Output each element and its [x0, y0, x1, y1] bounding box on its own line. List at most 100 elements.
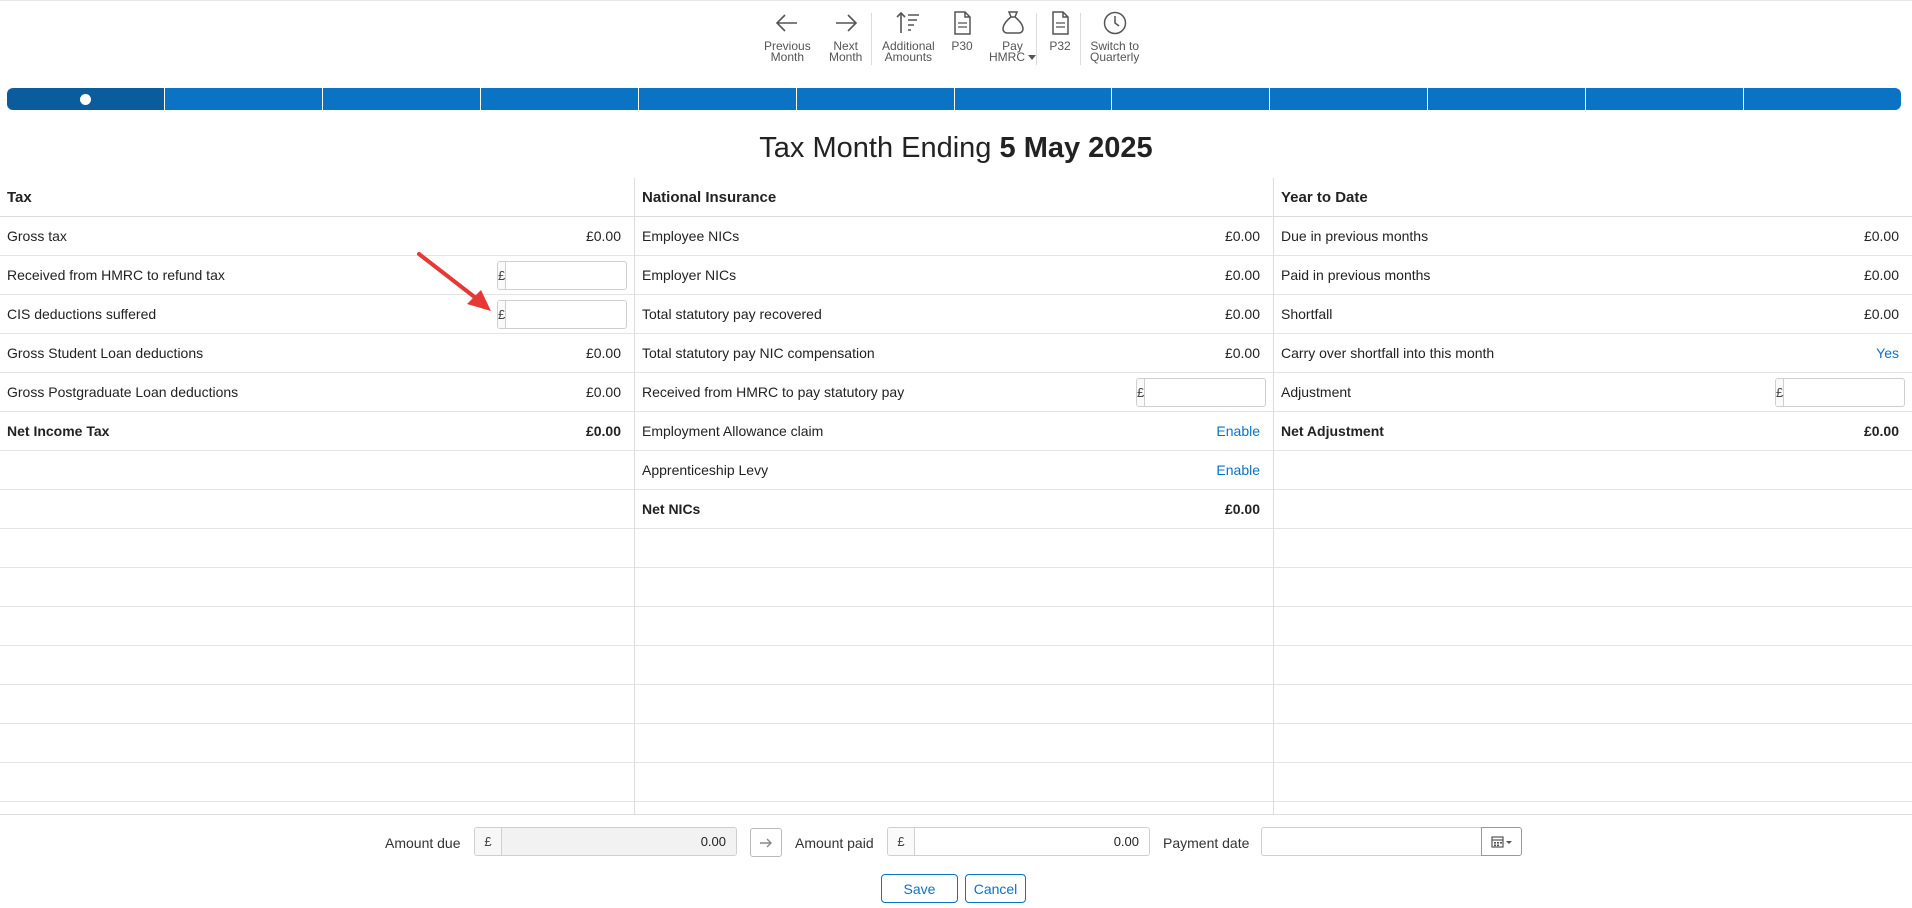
amount-due-input	[502, 828, 736, 855]
postgrad-loan-value: £0.00	[585, 384, 621, 400]
table-row: CIS deductions suffered £	[0, 295, 634, 334]
empty-row	[635, 529, 1273, 568]
empty-row	[635, 724, 1273, 763]
net-adjustment-value: £0.00	[1863, 423, 1899, 439]
empty-row	[1274, 646, 1912, 685]
empty-row	[0, 529, 634, 568]
table-row: Gross Postgraduate Loan deductions £0.00	[0, 373, 634, 412]
pay-hmrc-label: Pay HMRC	[989, 40, 1036, 64]
table-row: Employee NICs £0.00	[635, 217, 1273, 256]
employer-nics-value: £0.00	[1224, 267, 1260, 283]
table-row: Paid in previous months £0.00	[1274, 256, 1912, 295]
currency-symbol: £	[498, 301, 507, 328]
amount-paid-input[interactable]	[915, 828, 1149, 855]
due-previous-value: £0.00	[1863, 228, 1899, 244]
apprenticeship-levy-enable-link[interactable]: Enable	[1216, 462, 1260, 478]
adjustment-label: Adjustment	[1281, 384, 1352, 400]
shortfall-label: Shortfall	[1281, 306, 1333, 322]
current-month-dot	[79, 93, 91, 105]
table-row: Due in previous months £0.00	[1274, 217, 1912, 256]
employee-nics-label: Employee NICs	[642, 228, 740, 244]
table-row: Employer NICs £0.00	[635, 256, 1273, 295]
student-loan-value: £0.00	[585, 345, 621, 361]
adjustment-input[interactable]	[1784, 379, 1904, 406]
adjustment-input-group: £	[1775, 378, 1905, 407]
received-statutory-pay-input[interactable]	[1145, 379, 1265, 406]
document-icon	[1052, 11, 1069, 35]
next-month-button[interactable]: Next Month	[829, 9, 862, 63]
pay-hmrc-label-line2: HMRC	[989, 50, 1025, 64]
empty-row	[0, 763, 634, 802]
cancel-button[interactable]: Cancel	[965, 874, 1026, 903]
empty-row	[0, 490, 634, 529]
month-segment[interactable]	[1744, 88, 1901, 110]
shortfall-value: £0.00	[1863, 306, 1899, 322]
month-segment[interactable]	[1586, 88, 1745, 110]
month-segment[interactable]	[1112, 88, 1271, 110]
save-button[interactable]: Save	[881, 874, 958, 903]
carry-over-label: Carry over shortfall into this month	[1281, 345, 1495, 361]
previous-month-label: Previous Month	[764, 39, 811, 64]
statutory-pay-compensation-value: £0.00	[1224, 345, 1260, 361]
previous-month-button[interactable]: Previous Month	[764, 9, 811, 63]
month-segment[interactable]	[1270, 88, 1429, 110]
refund-tax-input[interactable]	[506, 262, 626, 289]
national-insurance-column: National Insurance Employee NICs £0.00 E…	[635, 178, 1274, 814]
pay-hmrc-button[interactable]: Pay HMRC	[989, 9, 1036, 63]
currency-symbol: £	[475, 828, 502, 855]
month-segment[interactable]	[796, 88, 955, 110]
currency-symbol: £	[1137, 379, 1146, 406]
sort-amounts-icon	[896, 11, 920, 33]
received-statutory-pay-input-group: £	[1136, 378, 1266, 407]
statutory-pay-recovered-value: £0.00	[1224, 306, 1260, 322]
empty-row	[635, 568, 1273, 607]
month-segment[interactable]	[954, 88, 1113, 110]
table-row: Received from HMRC to refund tax £	[0, 256, 634, 295]
currency-symbol: £	[888, 828, 915, 855]
empty-row	[1274, 490, 1912, 529]
table-row: Adjustment £	[1274, 373, 1912, 412]
page-title: Tax Month Ending 5 May 2025	[0, 132, 1912, 165]
employment-allowance-enable-link[interactable]: Enable	[1216, 423, 1260, 439]
month-segment[interactable]	[164, 88, 323, 110]
table-row: Net Income Tax £0.00	[0, 412, 634, 451]
additional-amounts-label: Additional Amounts	[882, 39, 935, 64]
payment-date-input[interactable]	[1261, 827, 1482, 856]
payment-date-label: Payment date	[1163, 835, 1250, 851]
month-segment[interactable]	[322, 88, 481, 110]
page-title-prefix: Tax Month Ending	[759, 132, 992, 164]
table-row: Received from HMRC to pay statutory pay …	[635, 373, 1273, 412]
switch-quarterly-button[interactable]: Switch to Quarterly	[1090, 9, 1139, 63]
currency-symbol: £	[1776, 379, 1785, 406]
net-nics-label: Net NICs	[642, 501, 701, 517]
clock-icon	[1103, 11, 1126, 35]
amount-paid-input-group: £	[887, 827, 1150, 856]
p30-button[interactable]: P30	[948, 9, 976, 52]
empty-row	[635, 646, 1273, 685]
empty-row	[1274, 568, 1912, 607]
arrow-left-icon	[776, 14, 798, 32]
copy-amount-button[interactable]	[750, 828, 782, 857]
received-statutory-pay-label: Received from HMRC to pay statutory pay	[642, 384, 905, 400]
cis-deductions-input[interactable]	[506, 301, 626, 328]
empty-row	[0, 451, 634, 490]
month-segment[interactable]	[480, 88, 639, 110]
table-row: Net NICs £0.00	[635, 490, 1273, 529]
empty-row	[1274, 685, 1912, 724]
empty-row	[0, 724, 634, 763]
arrow-right-icon	[835, 14, 857, 32]
month-segment[interactable]	[1428, 88, 1587, 110]
p32-button[interactable]: P32	[1046, 9, 1074, 52]
refund-tax-input-group: £	[497, 261, 627, 290]
additional-amounts-button[interactable]: Additional Amounts	[882, 9, 935, 63]
currency-symbol: £	[498, 262, 507, 289]
carry-over-toggle-link[interactable]: Yes	[1876, 345, 1899, 361]
calendar-button[interactable]	[1481, 827, 1522, 856]
page-title-date: 5 May 2025	[999, 132, 1153, 164]
month-segment-current[interactable]	[7, 88, 165, 110]
statutory-pay-recovered-label: Total statutory pay recovered	[642, 306, 822, 322]
toolbar-separator	[871, 13, 872, 65]
net-income-tax-label: Net Income Tax	[7, 423, 110, 439]
net-adjustment-label: Net Adjustment	[1281, 423, 1384, 439]
month-segment[interactable]	[638, 88, 797, 110]
